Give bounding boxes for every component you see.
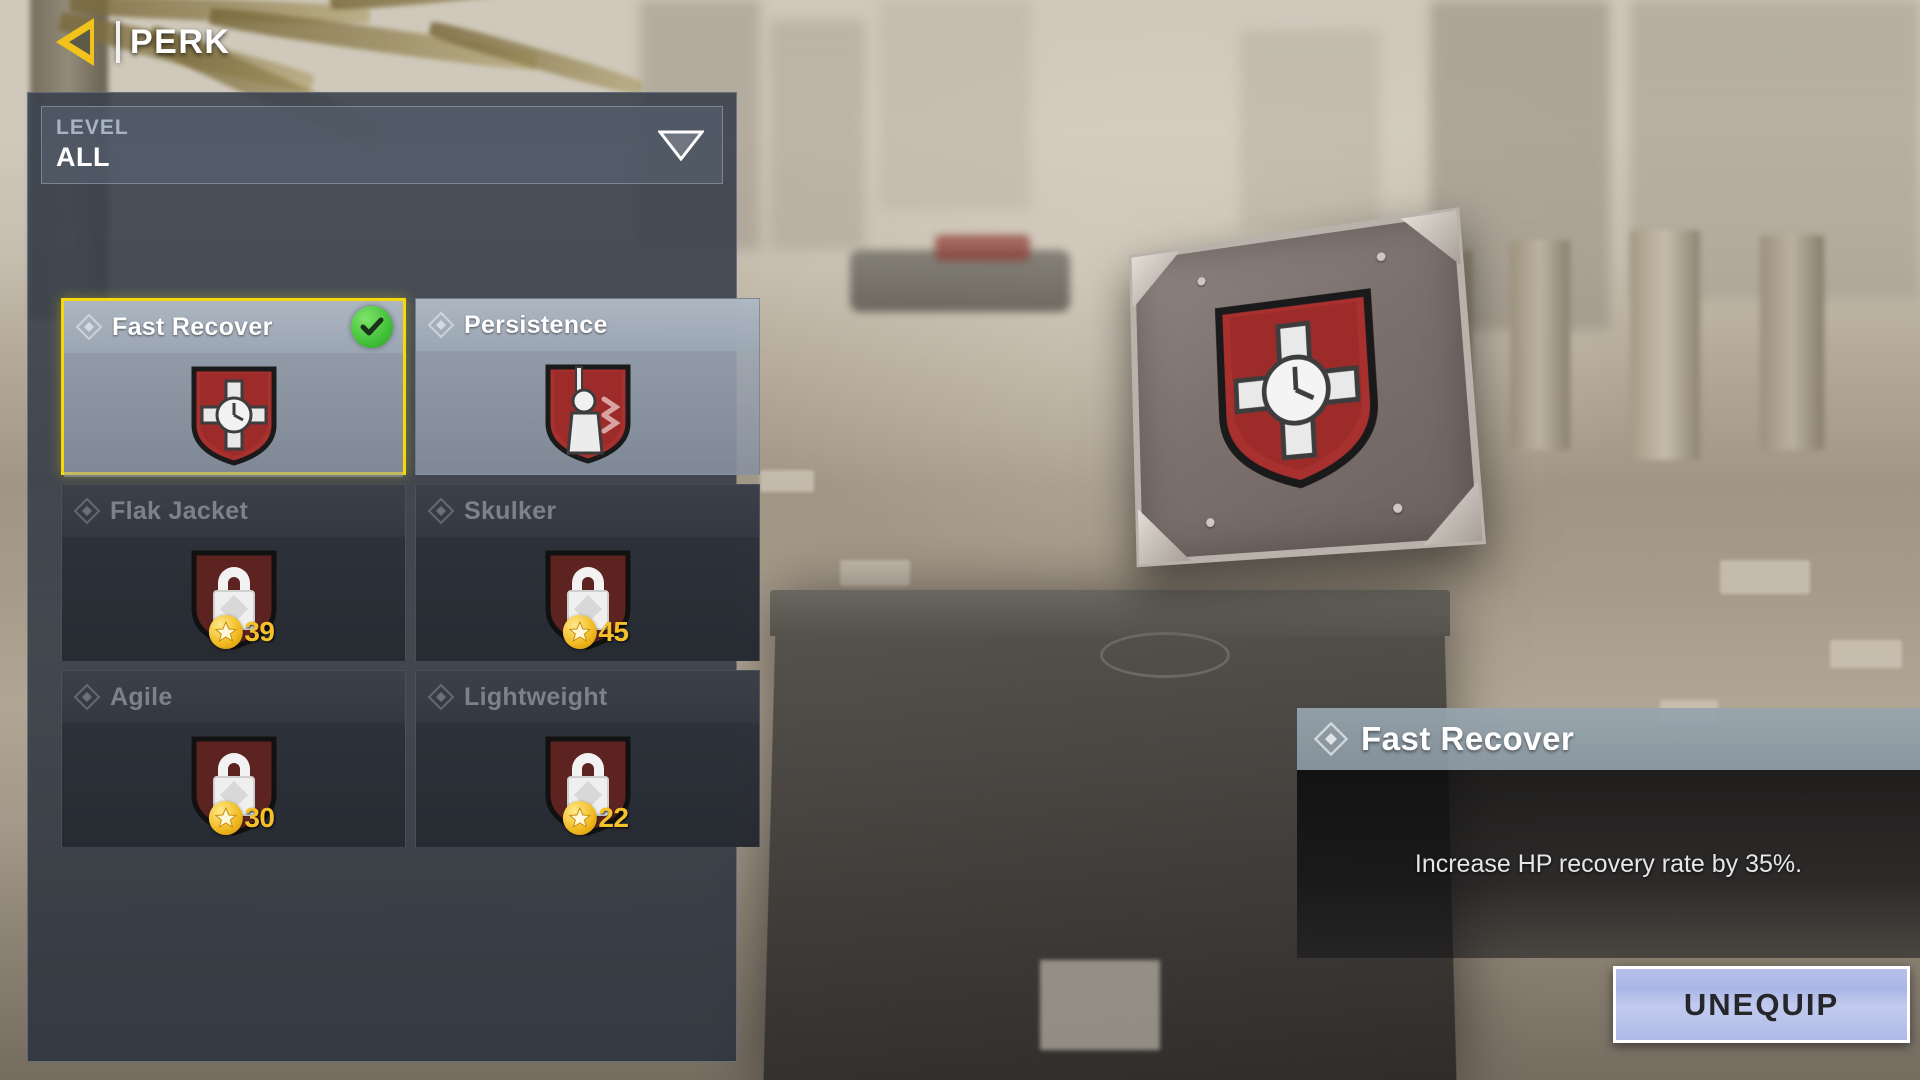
perk-card-header: Persistence <box>416 299 759 351</box>
chevron-down-icon[interactable] <box>656 129 706 162</box>
locked-emblem: 39 <box>186 547 282 651</box>
diamond-icon <box>72 682 102 712</box>
background-pillar <box>1510 240 1570 450</box>
perk-list-panel: LEVEL ALL Fast Recover Persistence Flak … <box>27 92 760 1062</box>
rubble <box>1720 560 1810 594</box>
background-vehicle-accent <box>935 235 1030 261</box>
header: PERK <box>52 14 230 70</box>
rubble <box>1830 640 1902 668</box>
perk-card-persistence[interactable]: Persistence <box>415 298 760 475</box>
perk-name: Agile <box>110 682 173 711</box>
persistence-emblem <box>540 361 636 465</box>
background-pillar <box>1630 230 1700 460</box>
crate-label <box>1040 960 1160 1050</box>
perk-card-header: Skulker <box>416 485 759 537</box>
diamond-icon <box>72 496 102 526</box>
perk-card-body: 30 <box>62 723 405 847</box>
diamond-icon <box>74 312 104 342</box>
unlock-level-badge: 22 <box>562 801 629 835</box>
perk-name: Lightweight <box>464 682 608 711</box>
unlock-level-badge: 39 <box>208 615 275 649</box>
perk-card-body: 45 <box>416 537 759 661</box>
perk-grid: Fast Recover Persistence Flak Jacket 39 … <box>61 298 761 847</box>
perk-card-agile[interactable]: Agile 30 <box>61 670 406 847</box>
card-corner <box>1132 251 1182 309</box>
perk-card-lightweight[interactable]: Lightweight 22 <box>415 670 760 847</box>
star-icon <box>562 615 597 649</box>
star-icon <box>208 615 243 649</box>
locked-emblem: 30 <box>186 733 282 837</box>
perk-detail-panel: Fast Recover Increase HP recovery rate b… <box>1297 708 1920 958</box>
diamond-icon <box>1313 721 1349 757</box>
star-icon <box>562 801 597 835</box>
perk-card-body: 22 <box>416 723 759 847</box>
perk-detail-title: Fast Recover <box>1361 720 1575 757</box>
perk-preview-3d <box>1090 205 1510 605</box>
card-screw <box>1376 251 1386 262</box>
rubble <box>760 470 814 492</box>
unlock-level-value: 30 <box>244 802 275 833</box>
perk-card-flak-jacket[interactable]: Flak Jacket 39 <box>61 484 406 661</box>
locked-emblem: 22 <box>540 733 636 837</box>
card-corner <box>1419 481 1482 545</box>
back-arrow-icon[interactable] <box>52 14 116 70</box>
diamond-icon <box>426 682 456 712</box>
perk-name: Persistence <box>464 310 608 339</box>
unlock-level-badge: 45 <box>562 615 629 649</box>
card-screw <box>1392 503 1403 514</box>
background-building <box>880 0 1030 210</box>
star-icon <box>208 801 243 835</box>
diamond-icon <box>426 310 456 340</box>
perk-card-header: Agile <box>62 671 405 723</box>
perk-card-body <box>416 351 759 475</box>
page-title: PERK <box>130 22 231 61</box>
perk-card-body: 39 <box>62 537 405 661</box>
perk-detail-header: Fast Recover <box>1297 708 1920 770</box>
unlock-level-value: 22 <box>598 802 629 833</box>
fast-recover-emblem-large <box>1203 279 1395 499</box>
unequip-button[interactable]: UNEQUIP <box>1613 966 1910 1043</box>
perk-detail-description: Increase HP recovery rate by 35%. <box>1414 849 1803 878</box>
background-building <box>1240 30 1380 230</box>
game-screen: PERK LEVEL ALL Fast Recover Persistence … <box>0 0 1920 1080</box>
crate-hatch <box>1100 632 1230 678</box>
perk-name: Flak Jacket <box>110 496 249 525</box>
perk-detail-body: Increase HP recovery rate by 35%. <box>1297 770 1920 958</box>
card-screw <box>1205 517 1215 528</box>
diamond-icon <box>426 496 456 526</box>
unlock-level-value: 39 <box>244 616 275 647</box>
perk-card-object <box>1128 207 1487 568</box>
perk-card-header: Fast Recover <box>64 301 403 353</box>
unlock-level-badge: 30 <box>208 801 275 835</box>
card-corner <box>1138 505 1191 564</box>
perk-card-fast-recover[interactable]: Fast Recover <box>61 298 406 477</box>
header-divider <box>116 21 120 63</box>
perk-card-header: Lightweight <box>416 671 759 723</box>
background-pillar <box>1760 235 1824 450</box>
perk-name: Skulker <box>464 496 557 525</box>
unlock-level-value: 45 <box>598 616 629 647</box>
locked-emblem: 45 <box>540 547 636 651</box>
perk-card-header: Flak Jacket <box>62 485 405 537</box>
background-building <box>770 20 865 250</box>
level-filter-dropdown[interactable]: LEVEL ALL <box>41 106 723 184</box>
card-corner <box>1401 211 1461 273</box>
fast-recover-emblem <box>186 363 282 467</box>
perk-card-skulker[interactable]: Skulker 45 <box>415 484 760 661</box>
perk-name: Fast Recover <box>112 312 273 341</box>
level-filter-label: LEVEL <box>56 116 129 139</box>
check-icon <box>351 306 393 348</box>
level-filter-value: ALL <box>56 142 110 172</box>
card-screw <box>1197 276 1206 287</box>
rubble <box>840 560 910 586</box>
perk-card-body <box>64 353 403 477</box>
unequip-button-label: UNEQUIP <box>1683 986 1840 1022</box>
